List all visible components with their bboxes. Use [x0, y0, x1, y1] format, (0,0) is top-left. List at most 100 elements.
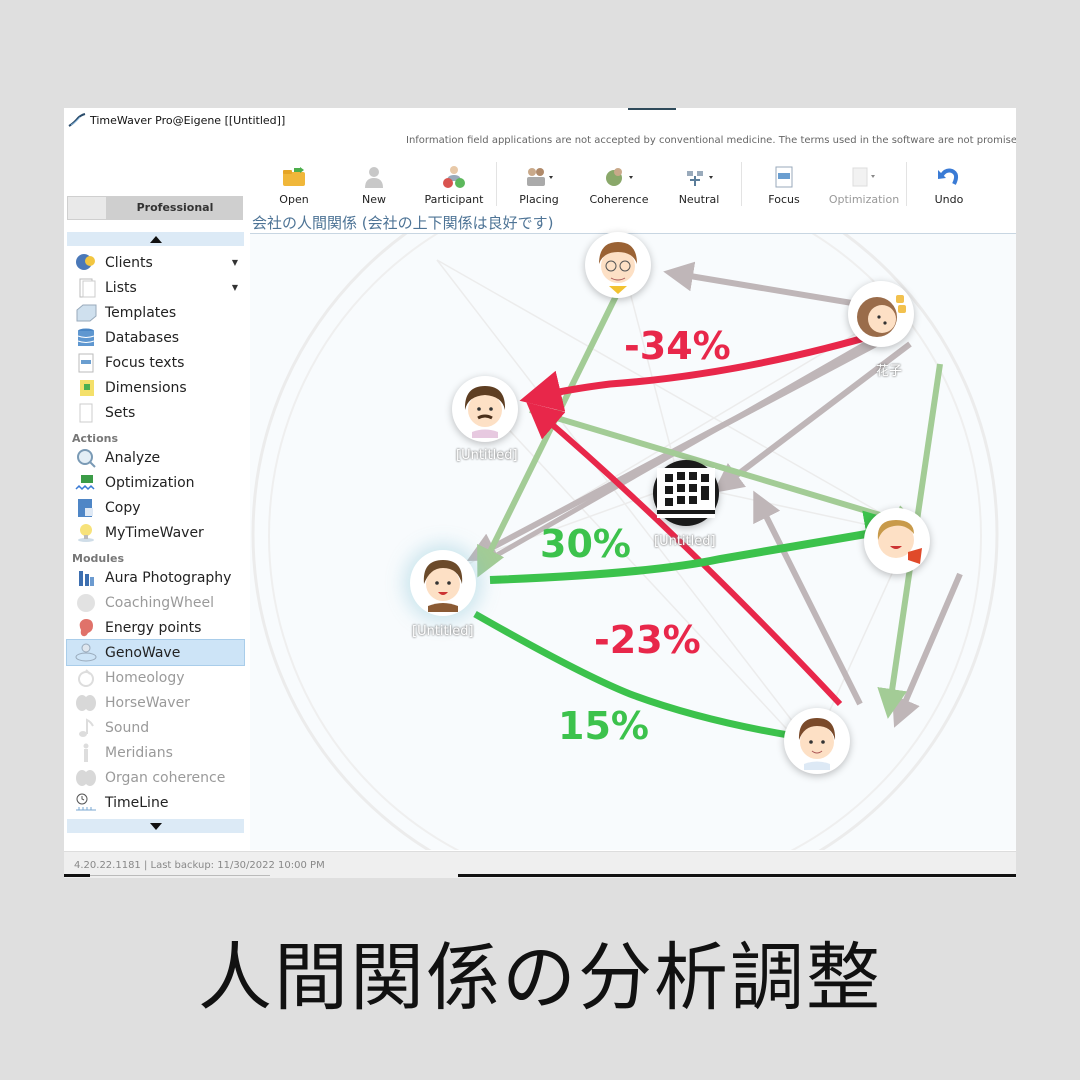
sidebar-item-sets[interactable]: Sets — [67, 400, 244, 425]
sidebar-scroll-up[interactable] — [67, 232, 244, 246]
relation-value-30: 30% — [540, 522, 631, 566]
dimensions-icon — [75, 378, 97, 398]
avatar-man-mustache-icon — [464, 386, 506, 438]
title-bar: TimeWaver Pro@Eigene [[Untitled]] — [64, 108, 1016, 132]
focus-label: Focus — [768, 193, 800, 206]
node-top[interactable] — [585, 232, 651, 298]
music-note-icon — [75, 717, 97, 738]
sets-icon — [75, 403, 97, 423]
node-label-hanako: 花子 — [876, 364, 903, 379]
sidebar-item-mytimewaver[interactable]: MyTimeWaver — [67, 520, 244, 545]
sidebar-item-genowave[interactable]: GenoWave — [66, 639, 245, 666]
sidebar-item-optimization[interactable]: Optimization — [67, 470, 244, 495]
sidebar-item-label: Copy — [105, 499, 141, 516]
avatar-boy-icon — [798, 718, 836, 770]
folder-open-icon — [282, 165, 306, 189]
node-right[interactable] — [864, 508, 930, 574]
sidebar-item-analyze[interactable]: Analyze — [67, 445, 244, 470]
avatar-young-man-icon — [423, 560, 463, 612]
sidebar-item-energy-points[interactable]: Energy points — [67, 615, 244, 640]
new-label: New — [362, 193, 386, 206]
mode-label: Professional — [136, 201, 214, 214]
app-logo-icon — [68, 113, 86, 127]
optimization-label: Optimization — [828, 193, 900, 206]
sidebar-item-organ-coherence[interactable]: Organ coherence — [67, 765, 244, 790]
sidebar-item-databases[interactable]: Databases — [67, 325, 244, 350]
sidebar-item-label: Organ coherence — [105, 769, 226, 786]
sidebar-item-focus-texts[interactable]: Focus texts — [67, 350, 244, 375]
sidebar-item-label: Lists — [105, 279, 137, 296]
node-label-left-upper: [Untitled] — [456, 448, 518, 463]
mode-selector[interactable]: Professional — [67, 196, 243, 220]
clients-icon — [75, 253, 97, 273]
sidebar-scroll-down[interactable] — [67, 819, 244, 833]
sidebar-item-coachingwheel[interactable]: CoachingWheel — [67, 590, 244, 615]
sidebar-item-label: Energy points — [105, 619, 202, 636]
window-title: TimeWaver Pro@Eigene [[Untitled]] — [90, 113, 286, 127]
database-icon — [75, 328, 97, 348]
new-button[interactable]: New — [334, 165, 414, 206]
chevron-down-icon[interactable]: ▼ — [232, 258, 238, 267]
placing-label: Placing — [519, 193, 559, 206]
canvas-title: 会社の人間関係 (会社の上下関係は良好です) — [252, 214, 554, 232]
avatar-man-glasses-icon — [599, 242, 637, 294]
coherence-button[interactable]: Coherence — [579, 165, 659, 206]
open-button[interactable]: Open — [254, 165, 334, 206]
lightbulb-icon — [75, 523, 97, 543]
status-text: 4.20.22.1181 | Last backup: 11/30/2022 1… — [74, 859, 325, 871]
mode-toggle-blank[interactable] — [68, 197, 106, 219]
undo-button[interactable]: Undo — [909, 165, 989, 206]
chevron-down-icon[interactable]: ▼ — [232, 283, 238, 292]
window-bottom-edge — [64, 874, 1016, 877]
focus-texts-icon — [75, 353, 97, 373]
sidebar-item-clients[interactable]: Clients ▼ — [67, 250, 244, 275]
sidebar-item-lists[interactable]: Lists ▼ — [67, 275, 244, 300]
sidebar-item-meridians[interactable]: Meridians — [67, 740, 244, 765]
sidebar-item-label: Dimensions — [105, 379, 187, 396]
relation-value-neg34: -34% — [624, 324, 731, 368]
section-header-actions: Actions — [72, 432, 118, 445]
sidebar-item-copy[interactable]: Copy — [67, 495, 244, 520]
homeology-icon — [75, 668, 97, 688]
sidebar-item-label: Meridians — [105, 744, 173, 761]
sidebar-item-label: MyTimeWaver — [105, 524, 204, 541]
copy-icon — [75, 498, 97, 518]
sidebar-item-templates[interactable]: Templates — [67, 300, 244, 325]
relation-value-15: 15% — [558, 704, 649, 748]
caption-heading: 人間関係の分析調整 — [198, 935, 882, 1021]
genowave-canvas[interactable]: 花子 [Untitled] [Untitled] [Untitled] -34%… — [250, 232, 1016, 850]
toolbar: Open New Participant Placing Coherence N… — [254, 160, 989, 206]
sidebar-item-sound[interactable]: Sound — [67, 715, 244, 740]
node-center[interactable] — [653, 460, 719, 526]
sidebar-item-timeline[interactable]: TimeLine — [67, 790, 244, 815]
horsewaver-icon — [75, 693, 97, 713]
participant-icon — [441, 165, 467, 189]
undo-label: Undo — [934, 193, 964, 206]
sidebar-item-label: TimeLine — [105, 794, 169, 811]
sidebar-item-label: Optimization — [105, 474, 195, 491]
neutral-label: Neutral — [678, 193, 720, 206]
participant-button[interactable]: Participant — [414, 165, 494, 206]
disclaimer-text: Information field applications are not a… — [406, 135, 1016, 146]
sidebar-item-horsewaver[interactable]: HorseWaver — [67, 690, 244, 715]
node-bottom[interactable] — [784, 708, 850, 774]
optimization-button[interactable]: Optimization — [824, 165, 904, 206]
node-hanako[interactable] — [848, 281, 914, 347]
placing-icon — [524, 165, 554, 189]
sidebar-item-label: Templates — [105, 304, 177, 321]
analyze-icon — [75, 448, 97, 468]
sidebar-item-dimensions[interactable]: Dimensions — [67, 375, 244, 400]
sidebar-item-homeology[interactable]: Homeology — [67, 665, 244, 690]
sidebar-item-label: Focus texts — [105, 354, 185, 371]
neutral-button[interactable]: Neutral — [659, 165, 739, 206]
sidebar: Clients ▼ Lists ▼ Templates Databases Fo… — [66, 232, 245, 852]
sidebar-item-aura-photography[interactable]: Aura Photography — [67, 565, 244, 590]
placing-button[interactable]: Placing — [499, 165, 579, 206]
focus-icon — [775, 165, 793, 189]
node-left-upper[interactable] — [452, 376, 518, 442]
node-left[interactable] — [410, 550, 476, 616]
person-icon — [364, 165, 384, 189]
focus-button[interactable]: Focus — [744, 165, 824, 206]
undo-icon — [937, 165, 961, 189]
avatar-child-scarf-icon — [877, 520, 922, 564]
